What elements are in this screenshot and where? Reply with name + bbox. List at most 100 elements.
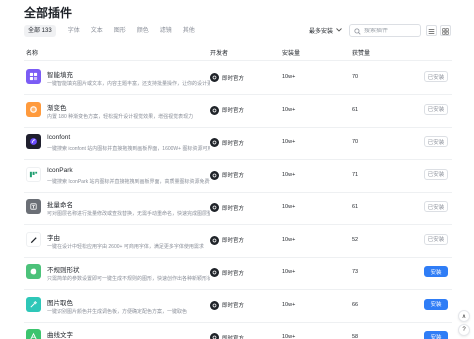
back-to-top-button[interactable]: ∧: [458, 310, 470, 322]
table-row[interactable]: 字由 一键在设计中轻松应用字由 2600+ 可商用字体，满足更多字体使用需求 即时官…: [24, 225, 452, 258]
search-icon: [354, 22, 361, 40]
column-header-likes: 获赞量: [352, 51, 371, 57]
plugin-name[interactable]: 渐变色: [47, 102, 67, 112]
install-count: 10w+: [282, 301, 296, 308]
developer-name: 即时官方: [222, 75, 245, 82]
plugin-name[interactable]: 图片取色: [47, 297, 73, 307]
table-row[interactable]: 图片取色 一键识别图片颜色并生成调色板，方便确定配色方案，一键取色 即时官方 10w+…: [24, 290, 452, 323]
like-count: 61: [352, 204, 359, 210]
chevron-down-icon: [336, 27, 342, 34]
shape-icon: [26, 264, 41, 279]
install-count: 10w+: [282, 236, 296, 243]
column-header-name: 名称: [26, 51, 39, 57]
plugin-name[interactable]: 批量命名: [47, 199, 73, 209]
list-view-icon: [428, 22, 435, 40]
table-row[interactable]: 曲线文字一键生成曲线路径文字，让文字沿任意曲线排列即时官方10w+58安装: [24, 322, 452, 339]
rename-icon: [26, 199, 41, 214]
developer-avatar-icon: [210, 105, 219, 115]
developer-name: 即时官方: [222, 238, 245, 244]
plugin-description: 只需简单的参数设置即可一键生成不规则的图形，快速创作出各种新颖形状: [47, 276, 210, 282]
page-title: 全部插件: [24, 6, 73, 20]
like-count: 52: [352, 236, 359, 243]
column-header-installs: 安装量: [282, 51, 301, 57]
plugin-name[interactable]: Iconfont: [47, 134, 70, 141]
table-row[interactable]: Iconfont 一键搜索 iconfont 站内图标并直接拖拽到画板界面，160…: [24, 127, 452, 160]
install-count: 10w+: [282, 74, 296, 80]
developer-avatar-icon: [210, 73, 219, 82]
help-label: ?: [462, 327, 466, 333]
grid-icon: [26, 69, 41, 84]
table-row[interactable]: IconPark 一键搜索 IconPark 站内图标并直接拖拽到画板界面，高质量…: [24, 160, 452, 193]
installed-button[interactable]: 已安装: [424, 136, 448, 147]
plugin-name[interactable]: IconPark: [47, 167, 73, 174]
installed-button[interactable]: 已安装: [424, 103, 448, 115]
plugin-description: 一键在设计中轻松应用字由 2600+ 可商用字体，满足更多字体使用需求: [47, 243, 204, 250]
filter-tab-text[interactable]: 文本: [91, 25, 103, 37]
installed-button[interactable]: 已安装: [424, 168, 448, 180]
developer-cell: 即时官方: [210, 268, 244, 277]
developer-name: 即时官方: [222, 335, 245, 339]
plugin-description: 内置 180 种渐变色方案，轻松提升设计视觉效果，增强视觉表现力: [47, 113, 194, 120]
install-button[interactable]: 安装: [424, 298, 448, 310]
plugin-description: 一键识别图片颜色并生成调色板，方便确定配色方案，一键取色: [47, 308, 188, 315]
like-count: 66: [352, 301, 359, 308]
developer-avatar-icon: [210, 203, 219, 212]
grid-view-button[interactable]: [440, 25, 451, 36]
installed-button[interactable]: 已安装: [424, 201, 448, 212]
plugin-description: 一键搜索 iconfont 站内图标并直接拖拽到画板界面，1600W+ 图标资源…: [47, 146, 210, 152]
plugin-name[interactable]: 智能填充: [47, 69, 73, 79]
developer-avatar-icon: [210, 268, 219, 277]
help-button[interactable]: ?: [458, 324, 470, 336]
filter-tab-color[interactable]: 颜色: [137, 25, 149, 37]
eyedropper-icon: [26, 296, 41, 312]
column-header-developer: 开发者: [210, 51, 229, 57]
developer-cell: 即时官方: [210, 73, 244, 82]
like-count: 71: [352, 171, 359, 178]
like-count: 70: [352, 139, 359, 145]
installed-button[interactable]: 已安装: [424, 71, 448, 82]
developer-cell: 即时官方: [210, 203, 244, 212]
installed-button[interactable]: 已安装: [424, 233, 448, 245]
sort-select[interactable]: 最多安装: [308, 24, 343, 37]
table-header: 名称 开发者 安装量 获赞量: [24, 47, 452, 61]
developer-avatar-icon: [210, 170, 219, 180]
developer-name: 即时官方: [222, 140, 245, 147]
filter-tab-graphic[interactable]: 图形: [114, 25, 126, 37]
table-row[interactable]: 智能填充一键智能填充图片或文本，内容主题丰富，还支持批量操作，让你的设计更高效 即…: [24, 62, 452, 95]
developer-cell: 即时官方: [210, 105, 245, 115]
filter-tab-font[interactable]: 字体: [68, 25, 80, 37]
plugin-name[interactable]: 曲线文字: [47, 329, 73, 339]
search-box: [349, 24, 421, 37]
sort-select-value: 最多安装: [309, 29, 334, 35]
iconpark-icon: [26, 166, 41, 182]
developer-cell: 即时官方: [210, 170, 244, 180]
developer-cell: 即时官方: [210, 235, 245, 245]
list-view-button[interactable]: [426, 25, 437, 36]
install-count: 10w+: [282, 204, 296, 210]
plugin-description: 一键智能填充图片或文本，内容主题丰富，还支持批量操作，让你的设计更高效: [47, 81, 210, 87]
filter-tab-filter[interactable]: 滤镜: [160, 25, 172, 37]
table-row[interactable]: 渐变色 内置 180 种渐变色方案，轻松提升设计视觉效果，增强视觉表现力 即时官方 1…: [24, 95, 452, 128]
install-button[interactable]: 安装: [424, 266, 448, 277]
plugin-name[interactable]: 不规则形状: [47, 264, 80, 274]
install-button[interactable]: 安装: [424, 331, 448, 339]
table-row[interactable]: 批量命名 可对图层名称进行批量修改或查找替换，无需手动重命名，快速完成图层整理 即时…: [24, 192, 452, 225]
developer-cell: 即时官方: [210, 333, 244, 339]
category-filter-tabs: 全部 133 字体 文本 图形 颜色 滤镜 其他: [24, 24, 206, 38]
developer-avatar-icon: [210, 333, 219, 339]
developer-name: 即时官方: [222, 108, 245, 114]
plugin-name[interactable]: 字由: [47, 232, 60, 242]
developer-avatar-icon: [210, 235, 219, 245]
developer-cell: 即时官方: [210, 138, 244, 147]
pen-icon: [26, 231, 41, 247]
table-row[interactable]: 不规则形状只需简单的参数设置即可一键生成不规则的图形，快速创作出各种新颖形状 即时…: [24, 257, 452, 290]
install-count: 10w+: [282, 171, 296, 178]
install-count: 10w+: [282, 139, 296, 145]
filter-tab-all[interactable]: 全部 133: [24, 25, 56, 37]
plugin-description: 一键搜索 IconPark 站内图标并直接拖拽到画板界面，高质量图标资源免费使用: [47, 178, 210, 185]
install-count: 10w+: [282, 106, 296, 113]
back-to-top-label: ∧: [461, 313, 467, 320]
developer-avatar-icon: [210, 138, 219, 147]
filter-tab-other[interactable]: 其他: [183, 25, 195, 37]
search-input[interactable]: [364, 27, 420, 34]
